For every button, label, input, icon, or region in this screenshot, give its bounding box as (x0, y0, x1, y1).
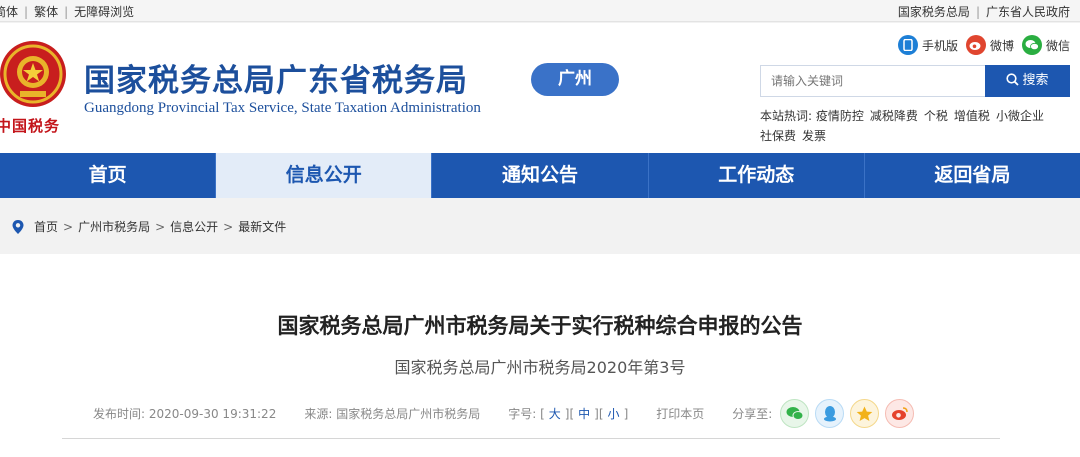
source-value: 国家税务总局广州市税务局 (336, 407, 481, 421)
wechat-label: 微信 (1045, 38, 1070, 53)
bracket: [ (569, 406, 575, 421)
hot-word[interactable]: 个税 (924, 109, 948, 123)
breadcrumb-current[interactable]: 最新文件 (238, 218, 286, 235)
bracket: [ (536, 406, 545, 421)
tab-notices[interactable]: 通知公告 (432, 153, 649, 198)
search-box: 搜索 (760, 65, 1070, 97)
weibo-link[interactable]: 微博 (965, 35, 1014, 55)
font-medium-button[interactable]: 中 (578, 405, 590, 422)
font-large-button[interactable]: 大 (549, 405, 561, 422)
main-nav: 首页 信息公开 通知公告 工作动态 返回省局 (0, 153, 1080, 198)
article-title: 国家税务总局广州市税务局关于实行税种综合申报的公告 (277, 314, 803, 338)
share-wechat-icon[interactable] (780, 399, 810, 428)
traditional-link[interactable]: 繁体 (34, 5, 58, 19)
tab-work-news[interactable]: 工作动态 (649, 153, 865, 198)
breadcrumb-separator: > (155, 219, 166, 234)
hot-word[interactable]: 社保费 (760, 129, 796, 143)
gd-gov-link[interactable]: 广东省人民政府 (986, 5, 1070, 19)
tax-emblem-icon[interactable] (0, 39, 68, 109)
print-button[interactable]: 打印本页 (656, 405, 704, 422)
mobile-link[interactable]: 手机版 (897, 35, 958, 55)
mobile-label: 手机版 (921, 38, 958, 53)
site-title[interactable]: 国家税务总局广东省税务局 (84, 55, 468, 100)
wechat-link[interactable]: 微信 (1021, 35, 1070, 55)
font-size-label: 字号: (508, 407, 537, 421)
emblem-caption: 中国税务 (0, 117, 61, 135)
breadcrumb-bureau[interactable]: 广州市税务局 (78, 218, 150, 235)
bracket: [ (598, 406, 604, 421)
top-bar-left: 简体 | 繁体 | 无障碍浏览 (0, 3, 134, 20)
bracket: ] (623, 406, 629, 421)
share-label: 分享至: (732, 407, 773, 421)
publish-label: 发布时间: (93, 407, 146, 421)
mobile-icon (897, 35, 918, 55)
publish-time: 2020-09-30 19:31:22 (148, 406, 277, 421)
divider: | (24, 5, 29, 19)
top-bar-right: 国家税务总局 | 广东省人民政府 (898, 3, 1070, 20)
share-icons (780, 399, 915, 428)
weibo-icon (965, 35, 986, 55)
city-badge[interactable]: 广州 (531, 63, 619, 96)
weibo-label: 微博 (989, 38, 1014, 53)
location-pin-icon (12, 219, 24, 234)
share-qq-icon[interactable] (815, 399, 845, 428)
search-input[interactable] (760, 65, 985, 97)
site-header: 中国税务 国家税务总局广东省税务局 Guangdong Provincial T… (0, 23, 1080, 153)
wechat-icon (1021, 35, 1042, 55)
search-icon (1006, 73, 1020, 86)
article-meta: 发布时间: 2020-09-30 19:31:22 来源: 国家税务总局广州市税… (93, 399, 915, 428)
hot-words-label: 本站热词: (760, 109, 813, 123)
font-small-button[interactable]: 小 (608, 405, 620, 422)
simplified-link[interactable]: 简体 (0, 5, 18, 19)
breadcrumb-home[interactable]: 首页 (34, 218, 58, 235)
tab-home[interactable]: 首页 (0, 153, 217, 198)
social-links: 手机版 微博 微信 (897, 35, 1070, 55)
hot-words: 本站热词: 疫情防控 减税降费 个税 增值税 小微企业 社保费 发票 (760, 106, 1075, 146)
divider-line (62, 438, 1000, 439)
breadcrumb-separator: > (63, 219, 74, 234)
tab-back-province[interactable]: 返回省局 (865, 153, 1080, 198)
tab-info-disclosure[interactable]: 信息公开 (216, 153, 433, 198)
hot-word[interactable]: 疫情防控 (816, 109, 864, 123)
breadcrumb-separator: > (223, 219, 234, 234)
source-label: 来源: (304, 407, 333, 421)
divider: | (64, 5, 69, 19)
sta-link[interactable]: 国家税务总局 (898, 5, 970, 19)
site-subtitle: Guangdong Provincial Tax Service, State … (84, 100, 481, 116)
search-button-label: 搜索 (1022, 73, 1049, 88)
hot-word[interactable]: 增值税 (954, 109, 990, 123)
divider: | (975, 5, 980, 19)
article-panel: 国家税务总局广州市税务局关于实行税种综合申报的公告 国家税务总局广州市税务局20… (0, 254, 1080, 457)
document-number: 国家税务总局广州市税务局2020年第3号 (394, 358, 686, 377)
hot-word[interactable]: 减税降费 (870, 109, 918, 123)
breadcrumb-info[interactable]: 信息公开 (170, 218, 218, 235)
hot-word[interactable]: 小微企业 (996, 109, 1044, 123)
breadcrumb: 首页 > 广州市税务局 > 信息公开 > 最新文件 (10, 218, 286, 235)
hot-word[interactable]: 发票 (802, 129, 826, 143)
search-button[interactable]: 搜索 (985, 65, 1070, 97)
top-bar: 简体 | 繁体 | 无障碍浏览 国家税务总局 | 广东省人民政府 (0, 0, 1080, 22)
share-weibo-icon[interactable] (885, 399, 915, 428)
accessibility-link[interactable]: 无障碍浏览 (74, 5, 134, 19)
share-qzone-icon[interactable] (850, 399, 880, 428)
